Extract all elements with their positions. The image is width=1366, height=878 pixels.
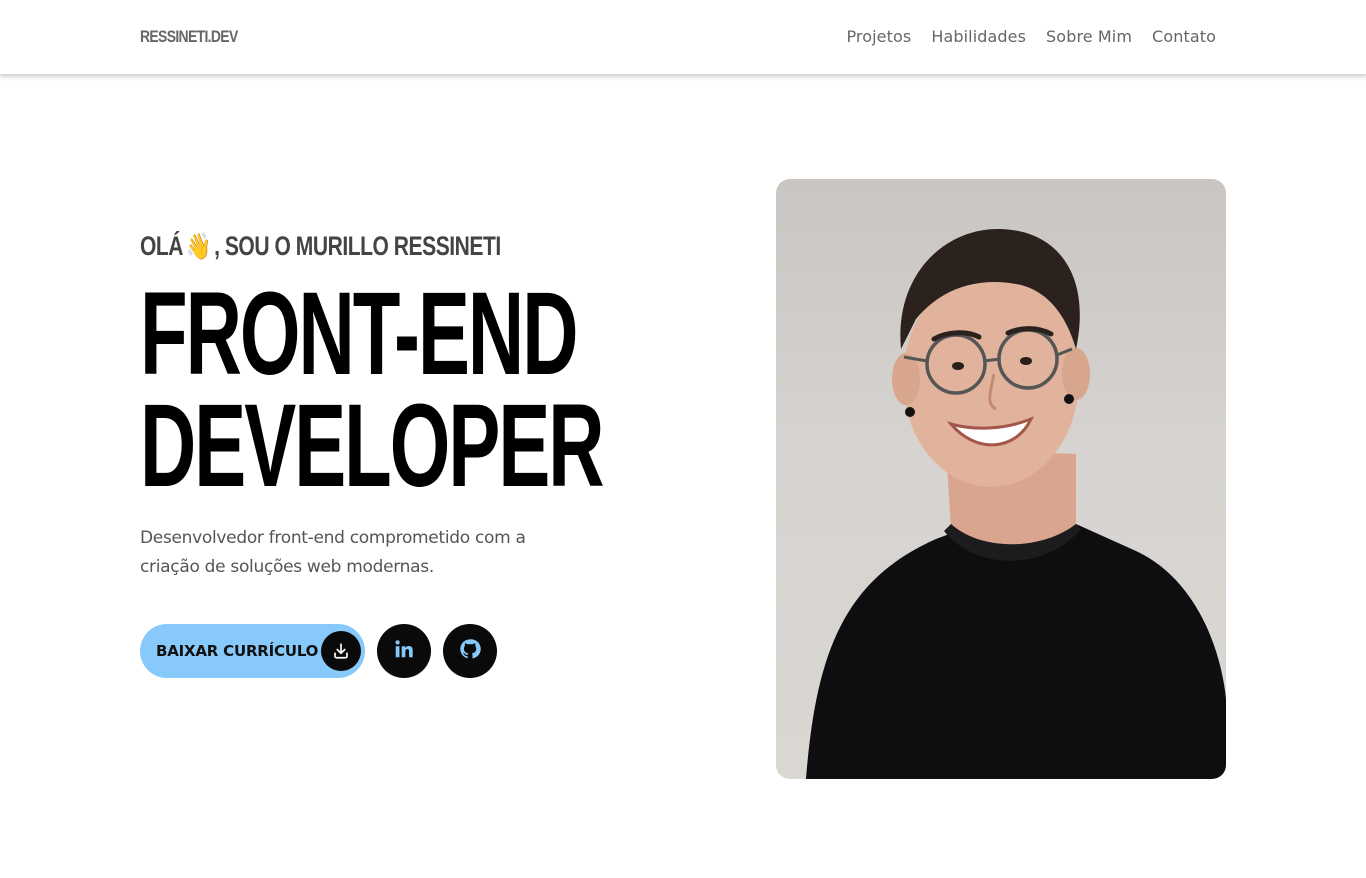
download-icon [321,631,361,671]
nav-link-projetos[interactable]: Projetos [846,27,911,46]
nav-menu: Projetos Habilidades Sobre Mim Contato [846,27,1216,46]
hero-description: Desenvolvedor front-end comprometido com… [140,528,526,577]
download-cv-button[interactable]: BAIXAR CURRÍCULO [140,624,365,678]
waving-hand-icon: 👋 [186,231,211,261]
download-cv-label: BAIXAR CURRÍCULO [156,642,319,660]
hero-title-line-2: DEVELOPER [140,380,605,512]
nav-link-habilidades[interactable]: Habilidades [931,27,1026,46]
hero-greeting: OLÁ 👋, SOU O MURILLO RESSINETI [140,228,546,264]
greeting-prefix: OLÁ [140,231,184,261]
hero-actions: BAIXAR CURRÍCULO [140,624,660,678]
nav-link-contato[interactable]: Contato [1152,27,1216,46]
navbar: RESSINETI.DEV Projetos Habilidades Sobre… [0,0,1366,75]
linkedin-icon [393,638,415,664]
profile-photo [776,179,1226,779]
site-logo[interactable]: RESSINETI.DEV [140,27,238,47]
nav-link-sobre-mim[interactable]: Sobre Mim [1046,27,1132,46]
linkedin-button[interactable] [377,624,431,678]
hero-section: OLÁ 👋, SOU O MURILLO RESSINETI FRONT-END … [140,228,660,678]
hero-title-line-1: FRONT-END [140,268,578,400]
profile-photo-illustration [806,228,1226,779]
github-button[interactable] [443,624,497,678]
greeting-name: , SOU O MURILLO RESSINETI [214,231,501,261]
github-icon [459,638,481,664]
hero-title: FRONT-END DEVELOPER [140,268,605,512]
